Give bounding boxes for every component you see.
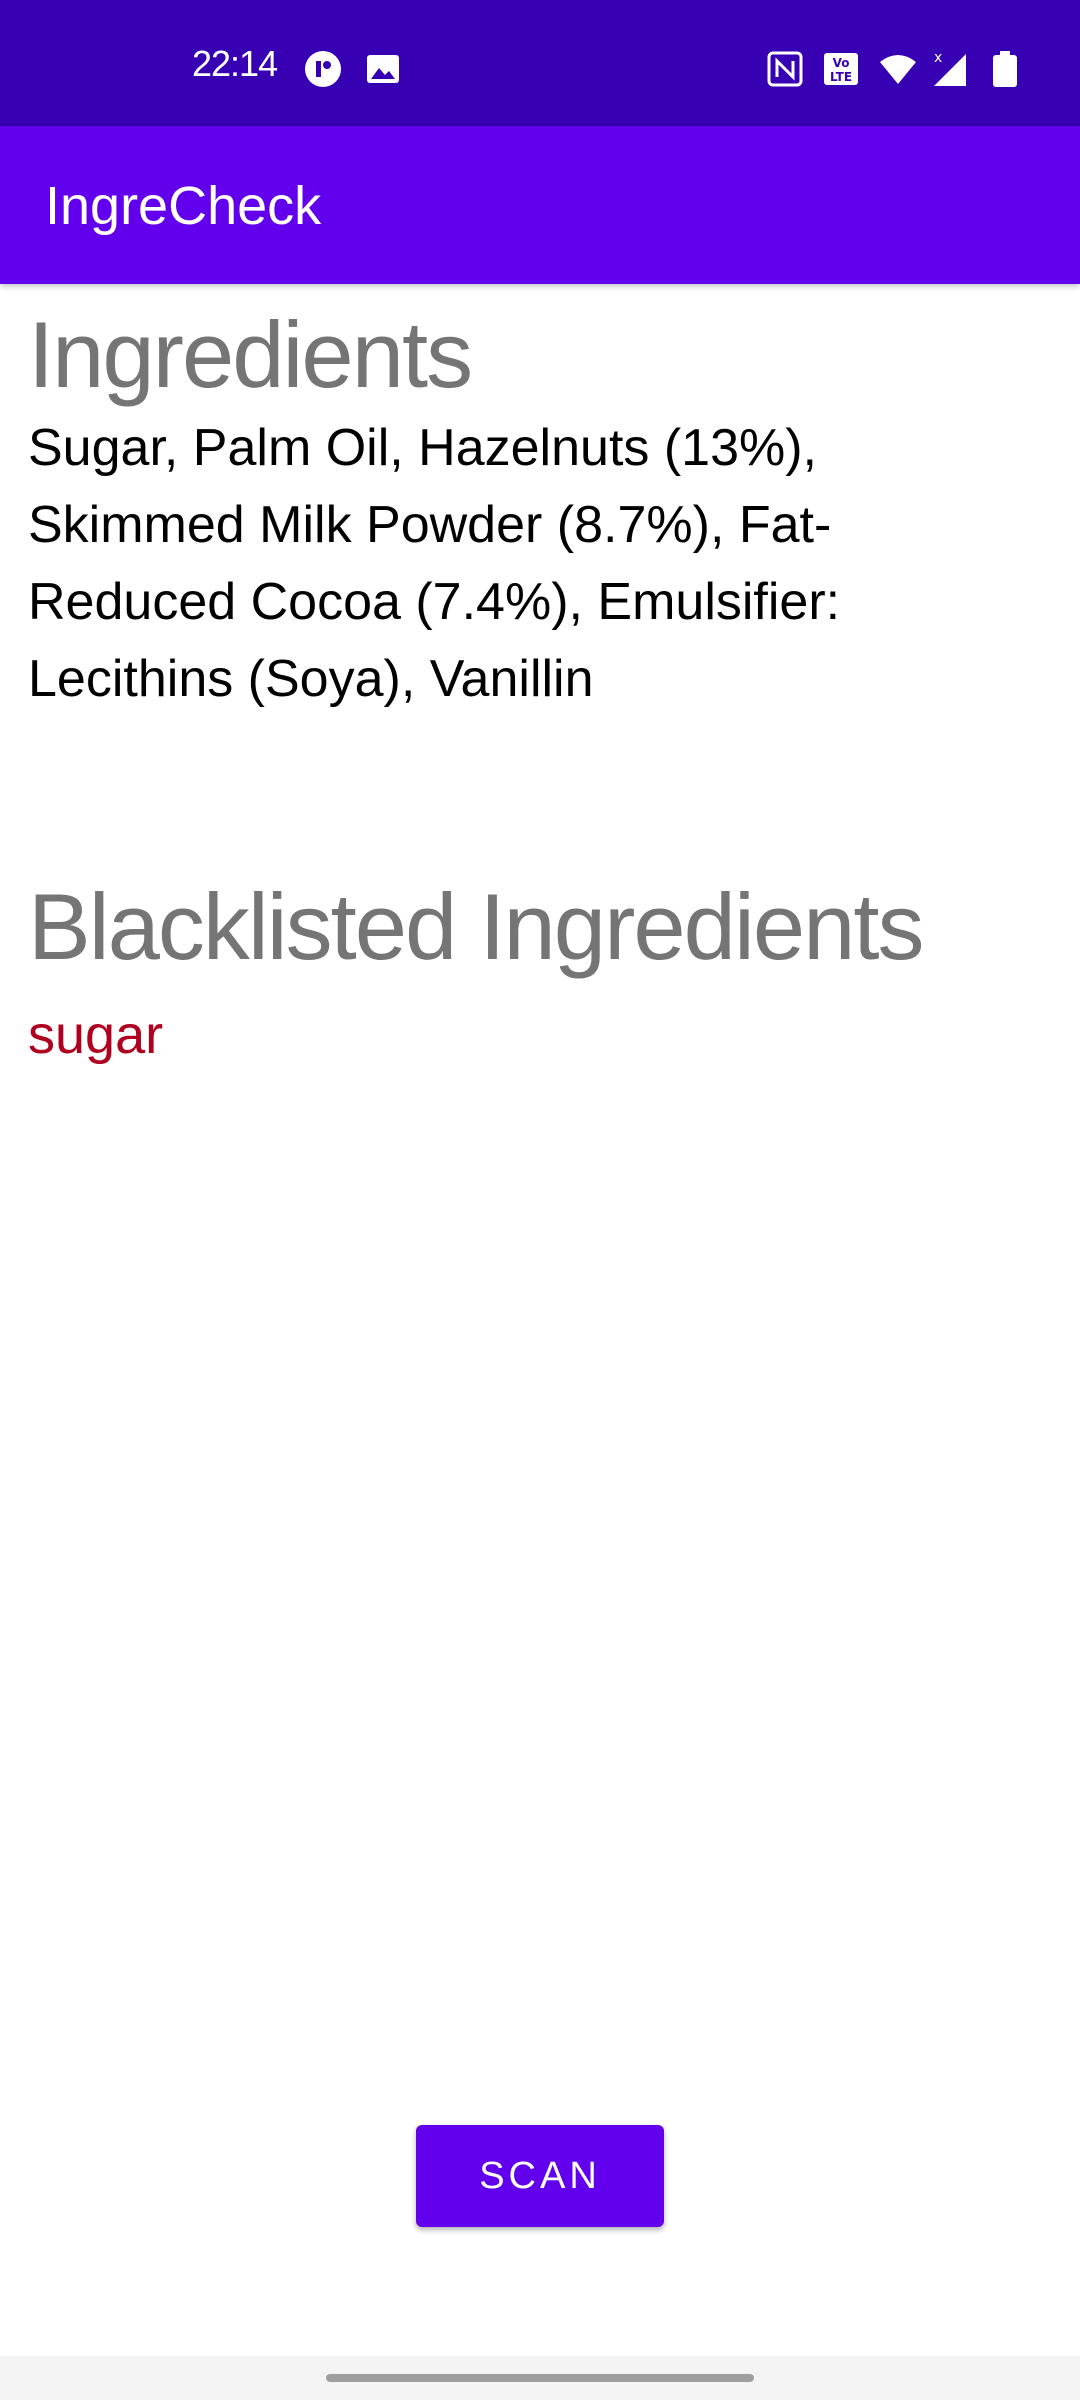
svg-text:x: x	[934, 50, 942, 66]
signal-icon: x	[930, 50, 968, 88]
svg-text:LTE: LTE	[830, 70, 852, 84]
status-bar: 22:14 Vo LTE x	[0, 0, 1080, 126]
battery-icon	[990, 50, 1028, 88]
nfc-icon	[766, 50, 804, 88]
navigation-bar	[0, 2356, 1080, 2400]
app-notification-icon	[304, 50, 342, 88]
app-bar: IngreCheck	[0, 126, 1080, 284]
blacklisted-ingredient-item: sugar	[28, 1005, 164, 1065]
image-icon	[364, 50, 402, 88]
wifi-icon	[878, 50, 916, 88]
ingredients-heading: Ingredients	[28, 302, 473, 407]
status-time: 22:14	[192, 43, 278, 84]
screen: 22:14 Vo LTE x IngreCheck Ingredients Su…	[0, 0, 1080, 2400]
blacklisted-ingredients-list: sugar	[28, 1000, 163, 1070]
ingredients-text: Sugar, Palm Oil, Hazelnuts (13%), Skimme…	[28, 419, 841, 708]
svg-text:Vo: Vo	[833, 56, 850, 70]
volte-icon: Vo LTE	[822, 50, 860, 88]
home-gesture-handle[interactable]	[326, 2374, 754, 2382]
app-title: IngreCheck	[45, 176, 322, 236]
blacklisted-ingredients-heading: Blacklisted Ingredients	[28, 874, 925, 979]
scan-button[interactable]: SCAN	[416, 2125, 664, 2227]
ingredients-section: Ingredients Sugar, Palm Oil, Hazelnuts (…	[28, 300, 1048, 718]
